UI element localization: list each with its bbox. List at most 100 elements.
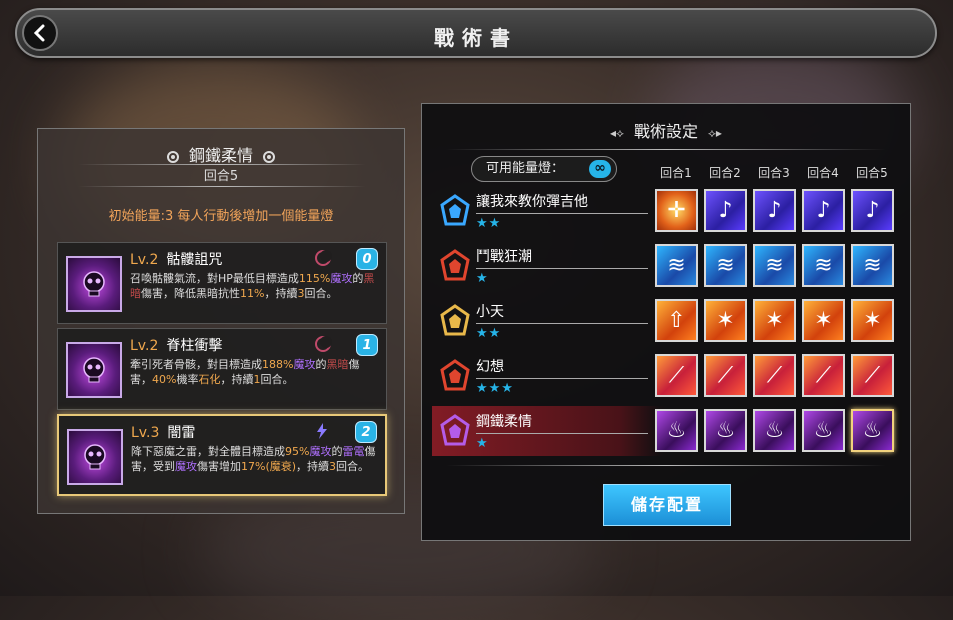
- arrow-up-icon[interactable]: ⇧: [655, 299, 698, 342]
- divider: [476, 378, 648, 379]
- divider: [446, 149, 886, 150]
- divider: [476, 433, 648, 434]
- star-rating: ★: [476, 271, 489, 286]
- star-rating: ★★: [476, 216, 502, 231]
- character-row[interactable]: 鋼鐵柔情 ★ ♨ ♨ ♨ ♨ ♨: [432, 406, 902, 456]
- dark-flame-icon[interactable]: ♨: [655, 409, 698, 452]
- energy-info: 初始能量:3 每人行動後增加一個能量燈: [108, 209, 334, 224]
- character-row[interactable]: 幻想 ★★★ ⟋ ⟋ ⟋ ⟋ ⟋: [432, 351, 902, 401]
- wave-icon[interactable]: ≋: [753, 244, 796, 287]
- ornament-left-icon: ◂⟡: [610, 126, 624, 140]
- skill-level: Lv.2: [130, 338, 159, 354]
- claw-icon[interactable]: ⟋: [655, 354, 698, 397]
- ornament-dot-icon: [263, 150, 275, 163]
- music-note-icon[interactable]: ♪: [704, 189, 747, 232]
- skill-level: Lv.2: [130, 252, 159, 268]
- round-header: 回合4: [807, 166, 839, 180]
- wave-icon[interactable]: ≋: [851, 244, 894, 287]
- character-row[interactable]: 鬥戰狂潮 ★ ≋ ≋ ≋ ≋ ≋: [432, 241, 902, 291]
- save-config-button[interactable]: 儲存配置: [603, 484, 731, 526]
- flame-icon[interactable]: ✶: [704, 299, 747, 342]
- star-rating: ★★: [476, 326, 502, 341]
- divider: [476, 323, 648, 324]
- round-header: 回合3: [758, 166, 790, 180]
- skill-level: Lv.3: [131, 425, 160, 441]
- dark-thunder-icon: [67, 429, 123, 485]
- dark-flame-icon[interactable]: ♨: [704, 409, 747, 452]
- skull-curse-icon: [66, 256, 122, 312]
- skill-card[interactable]: Lv.3 闇雷 2 降下惡魔之雷，對全體目標造成95%魔攻的雷電傷害，受到魔攻傷害增加…: [57, 414, 387, 496]
- energy-cost-badge: 2: [355, 421, 377, 443]
- claw-icon[interactable]: ⟋: [851, 354, 894, 397]
- energy-cost-badge: 0: [356, 248, 378, 270]
- star-rating: ★: [476, 436, 489, 451]
- character-name: 幻想: [476, 359, 504, 375]
- character-title: 鋼鐵柔情: [38, 142, 404, 166]
- round-header: 回合1: [660, 166, 692, 180]
- divider: [476, 268, 648, 269]
- round-header: 回合5: [856, 166, 888, 180]
- character-name: 鬥戰狂潮: [476, 249, 532, 265]
- flame-icon[interactable]: ✶: [753, 299, 796, 342]
- page-title: 戰術書: [434, 26, 518, 50]
- top-bar: 戰術書: [15, 8, 937, 58]
- energy-counter: 可用能量燈： ∞: [471, 156, 617, 182]
- ornament-right-icon: ⟡▸: [708, 126, 722, 140]
- tactics-panel: ◂⟡ 戰術設定 ⟡▸ 可用能量燈： ∞ 回合1 回合2 回合3 回合4 回合5 讓我來教你彈…: [421, 103, 911, 541]
- skill-description: 降下惡魔之雷，對全體目標造成95%魔攻的雷電傷害，受到魔攻傷害增加17%(魔衰)…: [131, 445, 376, 473]
- ornament-dot-icon: [166, 150, 179, 163]
- wave-icon[interactable]: ≋: [704, 244, 747, 287]
- skill-description: 牽引死者骨骸，對目標造成188%魔攻的黑暗傷害，40%機率石化，持續1回合。: [130, 358, 360, 386]
- crescent-moon-icon: [314, 335, 332, 353]
- character-name: 鋼鐵柔情: [476, 414, 532, 430]
- tactics-title: ◂⟡ 戰術設定 ⟡▸: [422, 118, 910, 142]
- dark-flame-icon[interactable]: ♨: [802, 409, 845, 452]
- skill-name: Lv.2 脊柱衝擊: [130, 335, 222, 355]
- music-note-icon[interactable]: ♪: [851, 189, 894, 232]
- rounds-label: 回合5: [203, 169, 239, 184]
- divider: [476, 213, 648, 214]
- character-emblem-icon: [438, 359, 472, 393]
- energy-label: 可用能量燈：: [486, 161, 565, 176]
- target-icon[interactable]: ✛: [655, 189, 698, 232]
- skill-card[interactable]: Lv.2 骷髏詛咒 0 召喚骷髏氣流，對HP最低目標造成115%魔攻的黑暗傷害，降低黑…: [57, 242, 387, 324]
- wave-icon[interactable]: ≋: [802, 244, 845, 287]
- music-note-icon[interactable]: ♪: [753, 189, 796, 232]
- flame-icon[interactable]: ✶: [851, 299, 894, 342]
- divider: [446, 465, 886, 466]
- flame-icon[interactable]: ✶: [802, 299, 845, 342]
- skill-title: 骷髏詛咒: [166, 252, 223, 268]
- spine-strike-icon: [66, 342, 122, 398]
- lightning-icon: [313, 422, 331, 440]
- tactics-title-text: 戰術設定: [633, 122, 698, 141]
- character-row[interactable]: 小天 ★★ ⇧ ✶ ✶ ✶ ✶: [432, 296, 902, 346]
- dark-flame-icon[interactable]: ♨: [753, 409, 796, 452]
- skill-title: 脊柱衝擊: [166, 338, 223, 354]
- claw-icon[interactable]: ⟋: [802, 354, 845, 397]
- claw-icon[interactable]: ⟋: [704, 354, 747, 397]
- divider: [78, 186, 366, 187]
- character-emblem-icon: [438, 414, 472, 448]
- character-name: 小天: [476, 304, 504, 320]
- skill-title: 闇雷: [167, 425, 196, 441]
- crescent-moon-icon: [314, 249, 332, 267]
- character-emblem-icon: [438, 194, 472, 228]
- character-emblem-icon: [438, 304, 472, 338]
- star-rating: ★★★: [476, 381, 514, 396]
- wave-icon[interactable]: ≋: [655, 244, 698, 287]
- infinity-icon: ∞: [589, 160, 611, 178]
- skill-description: 召喚骷髏氣流，對HP最低目標造成115%魔攻的黑暗傷害，降低黑暗抗性11%，持續…: [130, 272, 375, 300]
- skill-name: Lv.3 闇雷: [131, 422, 195, 442]
- character-row[interactable]: 讓我來教你彈吉他 ★★ ✛ ♪ ♪ ♪ ♪: [432, 186, 902, 236]
- character-emblem-icon: [438, 249, 472, 283]
- round-header: 回合2: [709, 166, 741, 180]
- character-name: 鋼鐵柔情: [188, 146, 253, 165]
- character-name: 讓我來教你彈吉他: [476, 194, 588, 210]
- skill-name: Lv.2 骷髏詛咒: [130, 249, 222, 269]
- skill-card[interactable]: Lv.2 脊柱衝擊 1 牽引死者骨骸，對目標造成188%魔攻的黑暗傷害，40%機率石化…: [57, 328, 387, 410]
- skill-detail-panel: 鋼鐵柔情 回合5 初始能量:3 每人行動後增加一個能量燈 Lv.2 骷髏詛咒 0 召喚…: [37, 128, 405, 514]
- claw-icon[interactable]: ⟋: [753, 354, 796, 397]
- dark-flame-icon[interactable]: ♨: [851, 409, 894, 452]
- energy-cost-badge: 1: [356, 334, 378, 356]
- music-note-icon[interactable]: ♪: [802, 189, 845, 232]
